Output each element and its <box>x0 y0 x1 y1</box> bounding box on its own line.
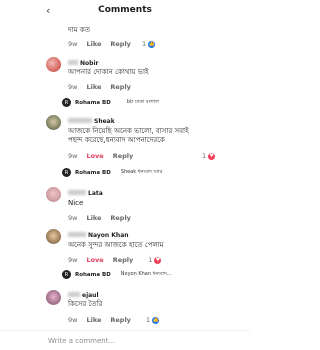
comment-text: অনেক সুন্দর আজকে হাতে পেলাম <box>68 241 164 249</box>
heart-reaction-icon: ♥ <box>154 256 162 264</box>
comment-text-line: পছন্দ করেছে,ধন্যবাদ আপনাদেরকে <box>68 136 165 144</box>
comment-time: 9w <box>68 152 78 160</box>
comment-time: 9w <box>68 214 78 222</box>
like-reaction-icon: 👍 <box>152 316 160 324</box>
like-reaction-icon: 👍 <box>148 40 156 48</box>
reaction-count: 1 <box>202 152 207 160</box>
avatar[interactable] <box>46 229 61 244</box>
comment-time: 9w <box>68 256 78 264</box>
commenter-name[interactable]: ejaul <box>82 292 99 299</box>
comment-actions: 9w Love Reply <box>68 152 142 160</box>
heart-reaction-icon: ♥ <box>208 152 216 160</box>
reply-author: Rohama BD <box>75 271 111 278</box>
blurred-name <box>68 292 80 297</box>
reply-text: Sheak ধন্যবাদ স্যার <box>120 168 163 175</box>
comment-time: 9w <box>68 316 78 324</box>
comment-composer: Write a comment... <box>0 330 250 350</box>
commenter-name[interactable]: Nayon Khan <box>88 232 129 239</box>
reply-button[interactable]: Reply <box>110 40 131 48</box>
comment-text: দাম কত <box>68 26 90 34</box>
blurred-name <box>68 118 92 123</box>
header-bar: ‹ Comments <box>0 0 250 20</box>
comment-text: Nice <box>68 199 84 207</box>
reply-preview[interactable]: R Rohama BD bir ঢাকা বংশাল <box>62 98 159 107</box>
commenter-name[interactable]: Nobir <box>80 60 98 67</box>
reaction-summary: 1 ♥ <box>196 152 224 160</box>
reply-button[interactable]: Reply <box>110 214 131 222</box>
like-button[interactable]: Like <box>86 40 101 48</box>
reply-author: Rohama BD <box>75 99 111 106</box>
comment-time: 9w <box>68 83 78 91</box>
commenter-name[interactable]: Sheak <box>94 118 115 125</box>
reply-button[interactable]: Reply <box>113 152 134 160</box>
comment-actions: 9w Like Reply 1 👍 <box>68 40 164 48</box>
reaction-count: 1 <box>145 316 151 324</box>
like-button[interactable]: Like <box>86 83 101 91</box>
reply-text: Noyon Khan ধন্যবাদ... <box>120 270 172 277</box>
blurred-name <box>68 60 78 65</box>
avatar[interactable] <box>46 57 61 72</box>
reply-button[interactable]: Reply <box>110 83 131 91</box>
page-avatar: R <box>62 270 71 279</box>
avatar[interactable] <box>46 187 61 202</box>
like-button[interactable]: Like <box>86 316 101 324</box>
avatar[interactable] <box>46 290 61 305</box>
comment-text: কিসের তৈরি <box>68 300 103 308</box>
reply-preview[interactable]: R Rohama BD Noyon Khan ধন্যবাদ... <box>62 270 171 279</box>
page-avatar: R <box>62 168 71 177</box>
love-button[interactable]: Love <box>86 256 103 264</box>
reaction-count: 1 <box>148 256 153 264</box>
reply-preview[interactable]: R Rohama BD Sheak ধন্যবাদ স্যার <box>62 168 162 177</box>
comment-text-line: আজকে নিয়েছি অনেক ভালো, বাসার সবাই <box>68 127 189 135</box>
avatar[interactable] <box>46 115 61 130</box>
reply-button[interactable]: Reply <box>110 316 131 324</box>
comment-actions: 9w Like Reply <box>68 214 140 222</box>
comment-actions: 9w Like Reply 1 👍 <box>68 316 168 324</box>
comment-actions: 9w Like Reply <box>68 83 140 91</box>
comment-time: 9w <box>68 40 78 48</box>
comment-actions: 9w Love Reply 1 ♥ <box>68 256 170 264</box>
page-title: Comments <box>98 5 152 15</box>
like-button[interactable]: Like <box>86 214 101 222</box>
blurred-name <box>68 190 86 195</box>
reply-author: Rohama BD <box>75 169 111 176</box>
blurred-name <box>68 232 86 237</box>
reply-text: bir ঢাকা বংশাল <box>126 98 159 105</box>
reaction-count: 1 <box>141 40 147 48</box>
reply-button[interactable]: Reply <box>113 256 134 264</box>
commenter-name[interactable]: Lata <box>88 190 103 197</box>
page-avatar: R <box>62 98 71 107</box>
comment-text: আপনার দোকান কোথায় ভাই <box>68 68 149 76</box>
write-comment-input[interactable]: Write a comment... <box>48 337 115 345</box>
love-button[interactable]: Love <box>86 152 103 160</box>
